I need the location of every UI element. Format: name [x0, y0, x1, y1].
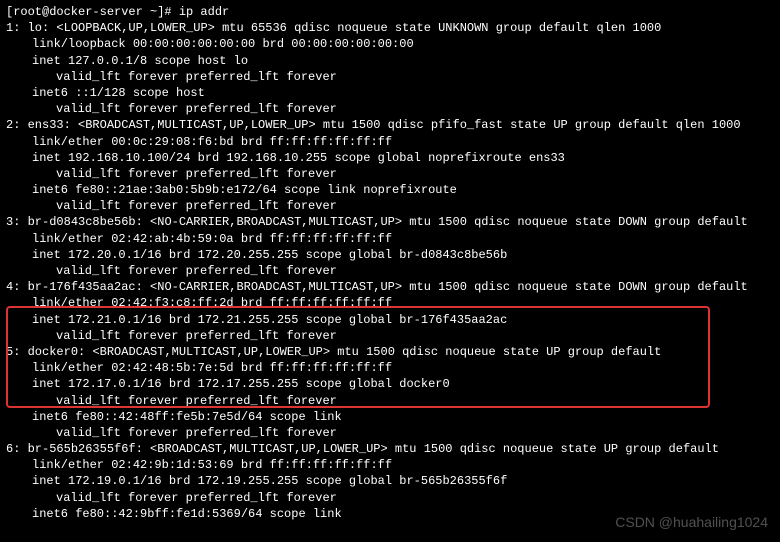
iface-header: 3: br-d0843c8be56b: <NO-CARRIER,BROADCAS…	[6, 214, 774, 230]
iface-valid: valid_lft forever preferred_lft forever	[6, 490, 774, 506]
iface-header: 1: lo: <LOOPBACK,UP,LOWER_UP> mtu 65536 …	[6, 20, 774, 36]
iface-valid: valid_lft forever preferred_lft forever	[6, 263, 774, 279]
iface-link: link/ether 02:42:ab:4b:59:0a brd ff:ff:f…	[6, 231, 774, 247]
iface-inet6: inet6 fe80::21ae:3ab0:5b9b:e172/64 scope…	[6, 182, 774, 198]
iface-inet: inet 127.0.0.1/8 scope host lo	[6, 53, 774, 69]
iface-link: link/ether 02:42:f3:c8:ff:2d brd ff:ff:f…	[6, 295, 774, 311]
iface-inet: inet 172.19.0.1/16 brd 172.19.255.255 sc…	[6, 473, 774, 489]
iface-inet6: inet6 ::1/128 scope host	[6, 85, 774, 101]
shell-prompt: [root@docker-server ~]#	[6, 5, 179, 19]
iface-inet: inet 172.17.0.1/16 brd 172.17.255.255 sc…	[6, 376, 774, 392]
iface-inet6: inet6 fe80::42:48ff:fe5b:7e5d/64 scope l…	[6, 409, 774, 425]
iface-link: link/loopback 00:00:00:00:00:00 brd 00:0…	[6, 36, 774, 52]
iface-valid: valid_lft forever preferred_lft forever	[6, 425, 774, 441]
iface-link: link/ether 00:0c:29:08:f6:bd brd ff:ff:f…	[6, 134, 774, 150]
command-text: ip addr	[179, 5, 229, 19]
iface-valid: valid_lft forever preferred_lft forever	[6, 198, 774, 214]
iface-header: 6: br-565b26355f6f: <BROADCAST,MULTICAST…	[6, 441, 774, 457]
iface-inet: inet 172.20.0.1/16 brd 172.20.255.255 sc…	[6, 247, 774, 263]
iface-header: 5: docker0: <BROADCAST,MULTICAST,UP,LOWE…	[6, 344, 774, 360]
iface-valid: valid_lft forever preferred_lft forever	[6, 328, 774, 344]
iface-valid: valid_lft forever preferred_lft forever	[6, 101, 774, 117]
shell-prompt-line: [root@docker-server ~]# ip addr	[6, 4, 774, 20]
iface-valid: valid_lft forever preferred_lft forever	[6, 393, 774, 409]
iface-inet6: inet6 fe80::42:9bff:fe1d:5369/64 scope l…	[6, 506, 774, 522]
iface-valid: valid_lft forever preferred_lft forever	[6, 69, 774, 85]
iface-link: link/ether 02:42:48:5b:7e:5d brd ff:ff:f…	[6, 360, 774, 376]
iface-inet: inet 192.168.10.100/24 brd 192.168.10.25…	[6, 150, 774, 166]
iface-header: 2: ens33: <BROADCAST,MULTICAST,UP,LOWER_…	[6, 117, 774, 133]
iface-header: 4: br-176f435aa2ac: <NO-CARRIER,BROADCAS…	[6, 279, 774, 295]
iface-valid: valid_lft forever preferred_lft forever	[6, 166, 774, 182]
iface-inet: inet 172.21.0.1/16 brd 172.21.255.255 sc…	[6, 312, 774, 328]
terminal-output: [root@docker-server ~]# ip addr 1: lo: <…	[6, 4, 774, 522]
iface-link: link/ether 02:42:9b:1d:53:69 brd ff:ff:f…	[6, 457, 774, 473]
